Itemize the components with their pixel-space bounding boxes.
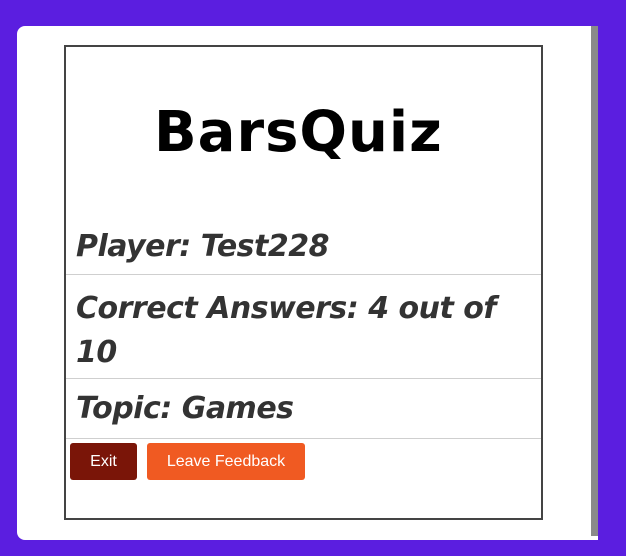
player-row: Player: Test228 xyxy=(66,223,541,275)
logo-text: BarsQuiz! xyxy=(154,100,444,159)
topic-row: Topic: Games xyxy=(66,379,541,439)
topic-text: Topic: Games xyxy=(76,391,294,426)
correct-answers-row: Correct Answers: 4 out of 10 xyxy=(66,275,541,379)
player-text: Player: Test228 xyxy=(76,229,330,264)
exit-button[interactable]: Exit xyxy=(70,443,137,480)
vertical-scrollbar[interactable] xyxy=(591,26,598,536)
app-window: BarsQuiz! Player: Test228 Correct Answer… xyxy=(17,26,598,540)
barsquiz-logo: BarsQuiz! xyxy=(154,99,444,159)
correct-answers-text: Correct Answers: 4 out of 10 xyxy=(76,291,496,370)
results-card: BarsQuiz! Player: Test228 Correct Answer… xyxy=(64,45,543,520)
barsquiz-logo-graphic: BarsQuiz! xyxy=(154,100,444,159)
leave-feedback-button[interactable]: Leave Feedback xyxy=(147,443,305,480)
